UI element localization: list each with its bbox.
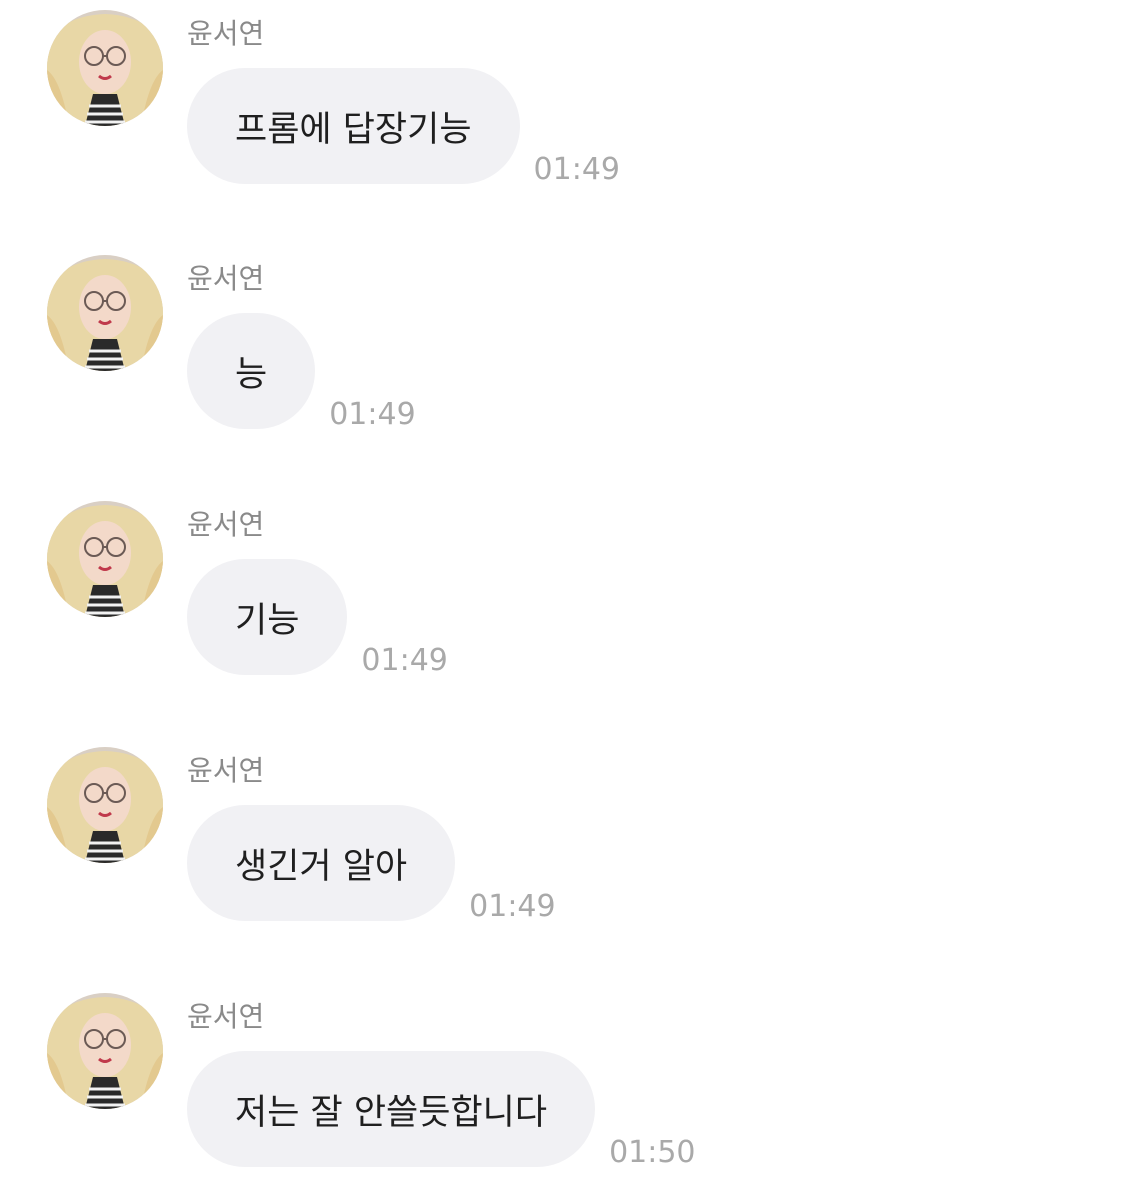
message-bubble[interactable]: 기능 [187, 559, 348, 675]
sender-name: 윤서연 [187, 508, 265, 541]
message-row: 저는 잘 안쓸듯합니다 01:50 [187, 1051, 696, 1170]
message-time: 01:49 [361, 643, 448, 678]
message-bubble[interactable]: 능 [187, 313, 316, 429]
message-bubble[interactable]: 생긴거 알아 [187, 805, 456, 921]
message-item: 윤서연 생긴거 알아 01:49 [0, 737, 1148, 927]
message-item: 윤서연 프롬에 답장기능 01:49 [0, 0, 1148, 190]
message-time: 01:49 [469, 889, 556, 924]
message-row: 능 01:49 [187, 313, 416, 432]
message-item: 윤서연 능 01:49 [0, 245, 1148, 435]
avatar[interactable] [47, 255, 163, 371]
profile-photo-icon [47, 747, 163, 863]
message-row: 생긴거 알아 01:49 [187, 805, 556, 924]
message-item: 윤서연 기능 01:49 [0, 491, 1148, 681]
profile-photo-icon [47, 501, 163, 617]
sender-name: 윤서연 [187, 754, 265, 787]
message-bubble[interactable]: 프롬에 답장기능 [187, 68, 520, 184]
profile-photo-icon [47, 10, 163, 126]
message-row: 프롬에 답장기능 01:49 [187, 68, 620, 187]
message-bubble[interactable]: 저는 잘 안쓸듯합니다 [187, 1051, 596, 1167]
profile-photo-icon [47, 255, 163, 371]
avatar[interactable] [47, 747, 163, 863]
message-time: 01:49 [329, 397, 416, 432]
profile-photo-icon [47, 993, 163, 1109]
message-row: 기능 01:49 [187, 559, 448, 678]
sender-name: 윤서연 [187, 262, 265, 295]
avatar[interactable] [47, 993, 163, 1109]
message-item: 윤서연 저는 잘 안쓸듯합니다 01:50 [0, 983, 1148, 1173]
message-time: 01:49 [533, 152, 620, 187]
sender-name: 윤서연 [187, 17, 265, 50]
sender-name: 윤서연 [187, 1000, 265, 1033]
message-time: 01:50 [609, 1135, 696, 1170]
avatar[interactable] [47, 501, 163, 617]
avatar[interactable] [47, 10, 163, 126]
